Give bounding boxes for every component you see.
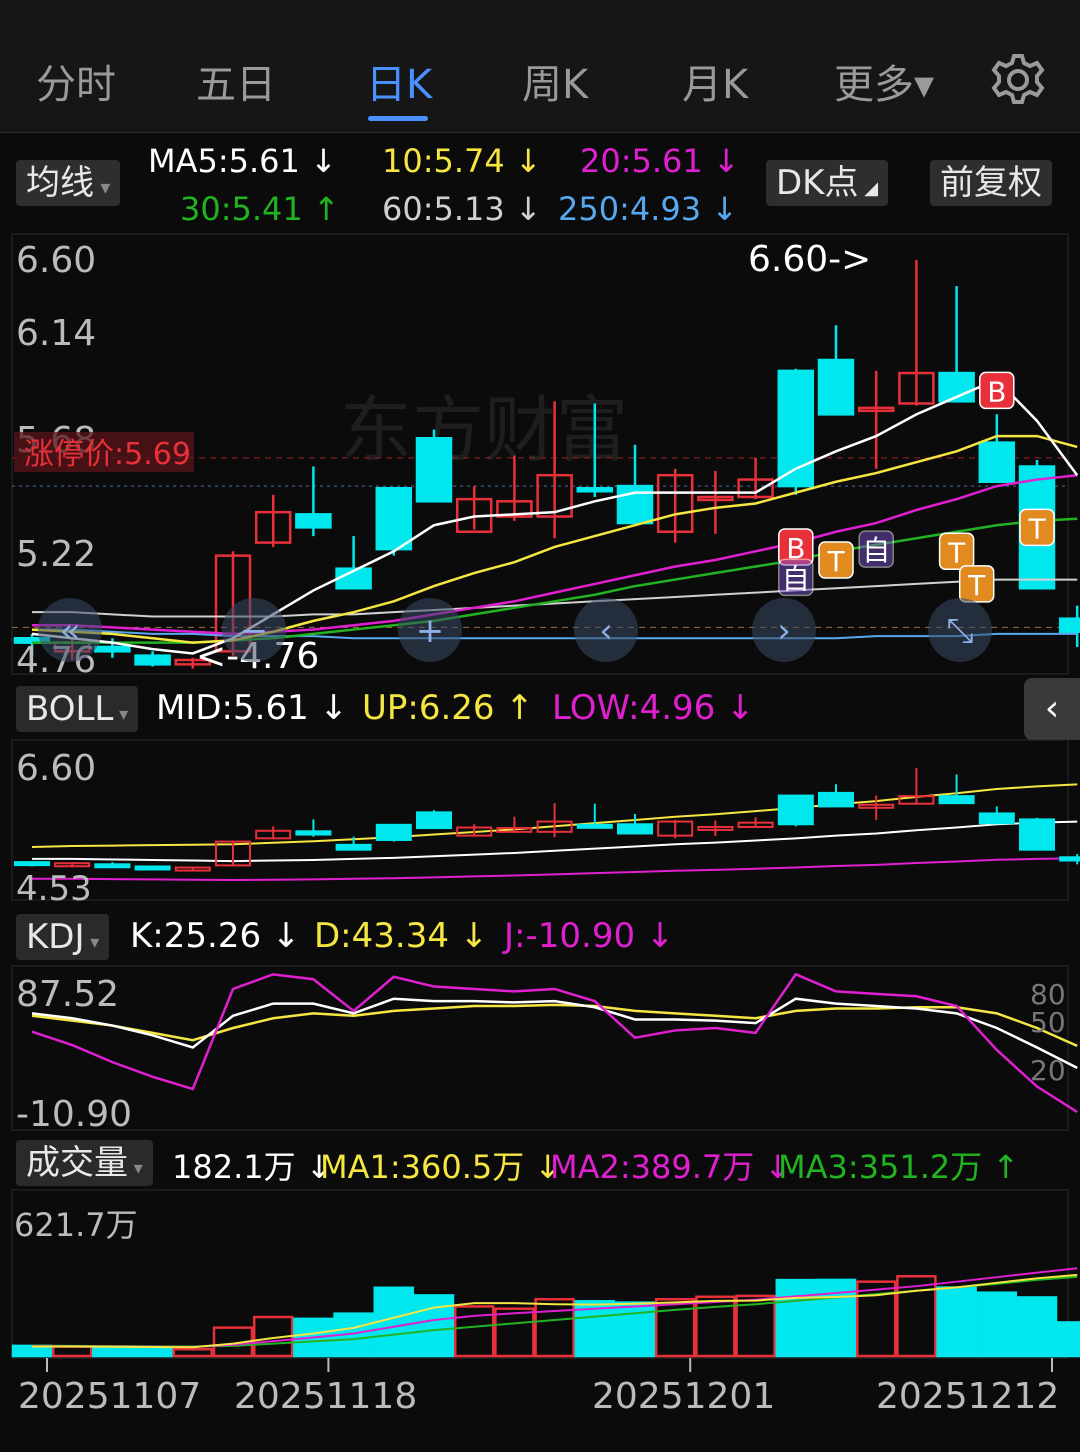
kdj-j-line [31, 972, 1078, 1114]
volume-bar [976, 1291, 1018, 1358]
volume-bar [654, 1298, 696, 1358]
volume-bar [614, 1301, 656, 1358]
kdj-ref-50: 50 [1030, 1006, 1066, 1039]
main-y-label: 6.60 [16, 240, 96, 281]
signal-label: T [1027, 512, 1046, 545]
boll-candle-body [295, 830, 332, 836]
ma60-line [32, 578, 1078, 618]
kdj-k-line [31, 997, 1078, 1070]
candle-body [415, 437, 453, 503]
boll-candle-body [1019, 818, 1055, 851]
kdj-y-top-label: 87.52 [16, 974, 119, 1015]
signal-label: T [826, 545, 845, 578]
volume-bar [132, 1346, 173, 1358]
volume-panel-frame [11, 1189, 1069, 1359]
scroll-right-icon: › [777, 611, 791, 651]
stock-chart[interactable]: 东方财富 BT自BT自TT 6.60 6.14 5.68 5.22 4.76 涨… [0, 0, 1080, 1452]
date-label: 20251118 [234, 1376, 417, 1417]
candle-body [375, 487, 413, 551]
boll-candle-body [134, 865, 171, 871]
limit-up-price-label: 涨停价:5.69 [24, 437, 191, 472]
boll-candle-body [14, 861, 50, 867]
signal-label: T [947, 536, 966, 569]
date-label: 20251107 [18, 1376, 201, 1417]
boll-candle-body [617, 823, 653, 835]
volume-bar [172, 1347, 214, 1358]
zoom-in-icon: + [416, 611, 445, 651]
boll-low-line [32, 857, 1078, 882]
boll-candle-body [777, 794, 814, 826]
volume-bar [1056, 1321, 1080, 1358]
volume-bar [775, 1278, 817, 1358]
candle-body [978, 441, 1016, 483]
signal-label: 自 [782, 562, 810, 595]
boll-candle-body [375, 823, 412, 841]
zoom-out-icon: − [240, 611, 269, 651]
kdj-ref-20: 20 [1030, 1054, 1066, 1087]
scroll-left-icon: ‹ [599, 611, 613, 651]
volume-bar [413, 1294, 455, 1358]
volume-bar [534, 1298, 575, 1358]
volume-bar [453, 1305, 495, 1358]
volume-bar [1016, 1296, 1058, 1358]
volume-bar [494, 1307, 535, 1358]
kdj-y-bottom-label: -10.90 [16, 1094, 132, 1135]
candle-body [1058, 617, 1080, 633]
volume-bar [936, 1286, 977, 1358]
volume-bar [92, 1345, 133, 1358]
date-label: 20251212 [876, 1376, 1059, 1417]
signal-label: B [987, 375, 1006, 408]
watermark: 东方财富 [340, 388, 628, 472]
boll-candle-body [576, 823, 613, 829]
candle-body [817, 358, 855, 416]
boll-y-top-label: 6.60 [16, 748, 96, 789]
volume-bar [51, 1345, 93, 1358]
candle-body [576, 487, 614, 493]
boll-candle-body [938, 795, 975, 805]
boll-candle-body [335, 843, 372, 851]
boll-candle-body [1059, 856, 1080, 862]
main-y-label: 6.14 [16, 313, 96, 354]
candle-body [134, 654, 171, 666]
boll-candle-body [416, 811, 452, 830]
candle-body [94, 645, 131, 653]
main-y-label: 5.22 [16, 534, 96, 575]
volume-ma2-line [31, 1267, 1078, 1348]
kdj-d-line [31, 1003, 1078, 1048]
signal-label: 自 [862, 534, 890, 567]
boll-candle-body [94, 863, 131, 869]
date-label: 20251201 [592, 1376, 775, 1417]
fullscreen-icon: ⤡ [946, 611, 973, 651]
boll-panel-frame [11, 739, 1069, 901]
boll-y-bottom-label: 4.53 [16, 869, 92, 909]
signal-label: T [967, 569, 986, 602]
candle-body [295, 513, 332, 529]
boll-candle-body [818, 791, 854, 808]
volume-y-top-label: 621.7万 [14, 1206, 138, 1244]
scroll-start-icon: « [60, 611, 81, 651]
boll-candle-body [978, 812, 1015, 825]
high-price-marker: 6.60-> [748, 239, 871, 280]
